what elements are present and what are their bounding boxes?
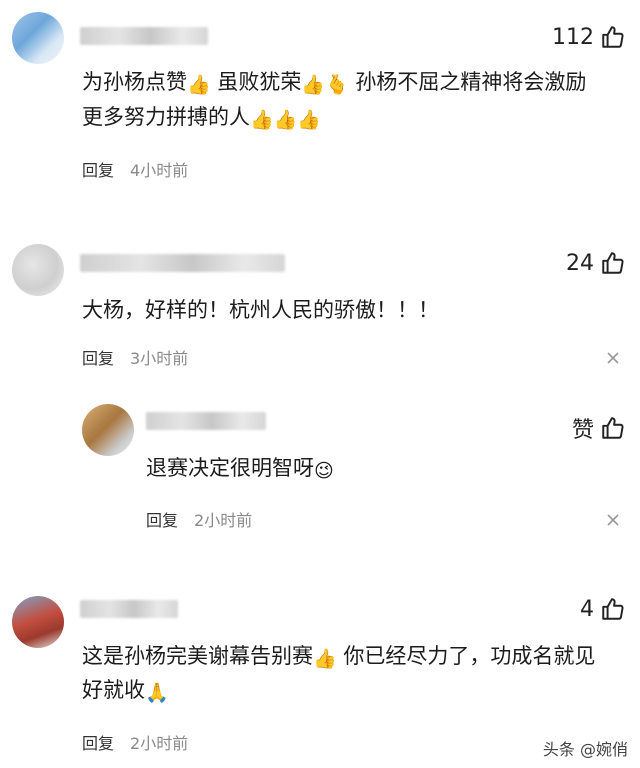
- thumbs-up-emoji: 👍: [187, 74, 211, 96]
- thumbs-up-icon: [602, 417, 624, 439]
- username-blurred[interactable]: [80, 600, 178, 618]
- avatar[interactable]: [12, 244, 64, 296]
- comment-text-line2: 更多努力拼搏的人👍👍👍: [82, 105, 322, 131]
- like-button[interactable]: 赞: [572, 412, 626, 444]
- comment-meta: 回复 2小时前: [146, 507, 252, 531]
- thumbs-up-emoji: 👍: [273, 109, 298, 131]
- thumbs-up-emoji: 👍: [297, 109, 322, 131]
- comment-text: 退赛决定很明智呀😉: [146, 456, 334, 482]
- username-blurred[interactable]: [80, 27, 208, 45]
- comment-2: 24 大杨，好样的！杭州人民的骄傲！！！ 回复 3小时前: [0, 238, 640, 378]
- avatar[interactable]: [12, 12, 64, 64]
- comment-text: 这是孙杨完美谢幕告别赛👍 你已经尽力了，功成名就见: [82, 644, 596, 670]
- comment-text: 为孙杨点赞👍 虽败犹荣👍🫰 孙杨不屈之精神将会激励: [82, 70, 587, 96]
- username-blurred[interactable]: [146, 412, 266, 430]
- comment-text-line2: 好就收🙏: [82, 678, 169, 704]
- heart-hand-emoji: 🫰: [325, 74, 349, 96]
- thumbs-up-icon: [602, 26, 624, 48]
- comment-1: 112 为孙杨点赞👍 虽败犹荣👍🫰 孙杨不屈之精神将会激励 更多努力拼搏的人👍👍…: [0, 0, 640, 200]
- wink-emoji: 😉: [314, 460, 334, 482]
- like-button[interactable]: 24: [566, 250, 626, 276]
- timestamp: 2小时前: [194, 511, 253, 530]
- reply-button[interactable]: 回复: [82, 730, 114, 754]
- thumbs-up-emoji: 👍: [313, 648, 337, 670]
- avatar[interactable]: [82, 404, 134, 456]
- thumbs-up-emoji: 👍: [250, 109, 274, 131]
- timestamp: 3小时前: [130, 349, 189, 368]
- username-blurred[interactable]: [80, 254, 285, 272]
- timestamp: 2小时前: [130, 734, 189, 753]
- like-button[interactable]: 4: [580, 596, 626, 622]
- timestamp: 4小时前: [130, 161, 189, 180]
- thumbs-up-icon: [602, 598, 624, 620]
- reply-comment: 赞 退赛决定很明智呀😉 回复 2小时前: [0, 400, 640, 540]
- comment-text: 大杨，好样的！杭州人民的骄傲！！！: [82, 298, 439, 322]
- close-icon[interactable]: [606, 351, 620, 365]
- like-label: 赞: [571, 418, 594, 443]
- thumbs-up-icon: [602, 252, 624, 274]
- reply-button[interactable]: 回复: [146, 507, 178, 531]
- comment-meta: 回复 2小时前: [82, 730, 188, 754]
- reply-button[interactable]: 回复: [82, 345, 114, 369]
- comment-meta: 回复 4小时前: [82, 157, 188, 181]
- like-count: 4: [580, 596, 594, 622]
- avatar[interactable]: [12, 596, 64, 648]
- pray-emoji: 🙏: [145, 682, 169, 704]
- like-count: 24: [566, 250, 594, 276]
- like-count: 112: [552, 24, 594, 50]
- comment-meta: 回复 3小时前: [82, 345, 188, 369]
- thumbs-up-emoji: 👍: [301, 74, 326, 96]
- reply-button[interactable]: 回复: [82, 157, 114, 181]
- watermark: 头条 @婉俏: [542, 740, 628, 759]
- close-icon[interactable]: [606, 513, 620, 527]
- like-button[interactable]: 112: [552, 24, 626, 50]
